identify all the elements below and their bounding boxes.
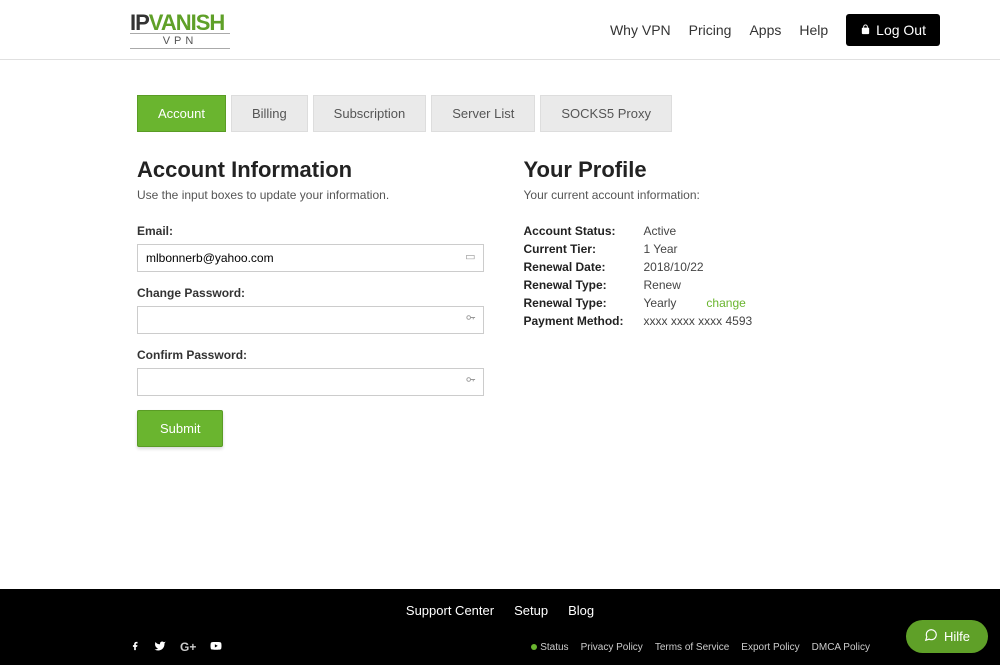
account-info-title: Account Information	[137, 157, 484, 183]
profile-key: Account Status:	[524, 224, 644, 238]
change-password-label: Change Password:	[137, 286, 484, 300]
logout-button[interactable]: Log Out	[846, 14, 940, 46]
submit-button[interactable]: Submit	[137, 410, 223, 447]
top-nav: Why VPN Pricing Apps Help Log Out	[610, 14, 940, 46]
footer-tos[interactable]: Terms of Service	[655, 642, 729, 653]
change-link[interactable]: change	[706, 296, 745, 310]
key-icon	[465, 374, 476, 388]
profile-row: Current Tier: 1 Year	[524, 242, 871, 256]
nav-why-vpn[interactable]: Why VPN	[610, 22, 671, 38]
logo-sub: VPN	[130, 33, 230, 49]
lock-icon	[860, 22, 871, 38]
tab-account[interactable]: Account	[137, 95, 226, 132]
facebook-icon[interactable]	[130, 640, 140, 655]
profile-row: Payment Method: xxxx xxxx xxxx 4593	[524, 314, 871, 328]
profile-table: Account Status: Active Current Tier: 1 Y…	[524, 224, 871, 328]
tab-socks5-proxy[interactable]: SOCKS5 Proxy	[540, 95, 672, 132]
footer-dmca[interactable]: DMCA Policy	[812, 642, 870, 653]
logout-label: Log Out	[876, 22, 926, 38]
profile-key: Payment Method:	[524, 314, 644, 328]
profile-val: xxxx xxxx xxxx 4593	[644, 314, 753, 328]
footer-setup[interactable]: Setup	[514, 603, 548, 618]
profile-row: Account Status: Active	[524, 224, 871, 238]
confirm-password-input[interactable]	[137, 368, 484, 396]
profile-key: Renewal Date:	[524, 260, 644, 274]
status-dot-icon	[531, 644, 537, 650]
account-info-subtitle: Use the input boxes to update your infor…	[137, 188, 484, 202]
profile-val: Yearly	[644, 296, 677, 310]
email-input[interactable]	[137, 244, 484, 272]
nav-apps[interactable]: Apps	[749, 22, 781, 38]
profile-val: Renew	[644, 278, 681, 292]
profile-key: Renewal Type:	[524, 296, 644, 310]
youtube-icon[interactable]	[210, 640, 222, 655]
nav-pricing[interactable]: Pricing	[689, 22, 732, 38]
footer-export[interactable]: Export Policy	[741, 642, 799, 653]
logo-vanish: VANISH	[149, 10, 225, 35]
google-plus-icon[interactable]: G+	[180, 640, 196, 655]
confirm-password-label: Confirm Password:	[137, 348, 484, 362]
tab-billing[interactable]: Billing	[231, 95, 308, 132]
footer-privacy[interactable]: Privacy Policy	[581, 642, 643, 653]
nav-help[interactable]: Help	[799, 22, 828, 38]
key-icon	[465, 312, 476, 326]
help-widget-button[interactable]: Hilfe	[906, 620, 988, 653]
profile-row: Renewal Date: 2018/10/22	[524, 260, 871, 274]
profile-subtitle: Your current account information:	[524, 188, 871, 202]
profile-key: Current Tier:	[524, 242, 644, 256]
tab-server-list[interactable]: Server List	[431, 95, 535, 132]
footer-blog[interactable]: Blog	[568, 603, 594, 618]
help-widget-label: Hilfe	[944, 629, 970, 644]
change-password-input[interactable]	[137, 306, 484, 334]
profile-val: 1 Year	[644, 242, 678, 256]
profile-title: Your Profile	[524, 157, 871, 183]
tabs: Account Billing Subscription Server List…	[137, 95, 870, 132]
twitter-icon[interactable]	[154, 640, 166, 655]
footer: Support Center Setup Blog G+ Status Priv…	[0, 589, 1000, 665]
chat-icon	[924, 628, 938, 645]
profile-val: Active	[644, 224, 677, 238]
footer-support-center[interactable]: Support Center	[406, 603, 494, 618]
tab-subscription[interactable]: Subscription	[313, 95, 427, 132]
profile-row: Renewal Type: Yearly change	[524, 296, 871, 310]
logo-ip: IP	[130, 10, 149, 35]
logo[interactable]: IPVANISH VPN	[130, 10, 230, 49]
profile-row: Renewal Type: Renew	[524, 278, 871, 292]
profile-key: Renewal Type:	[524, 278, 644, 292]
email-label: Email:	[137, 224, 484, 238]
profile-val: 2018/10/22	[644, 260, 704, 274]
footer-status[interactable]: Status	[531, 642, 568, 653]
contact-icon: ▭	[465, 250, 475, 263]
